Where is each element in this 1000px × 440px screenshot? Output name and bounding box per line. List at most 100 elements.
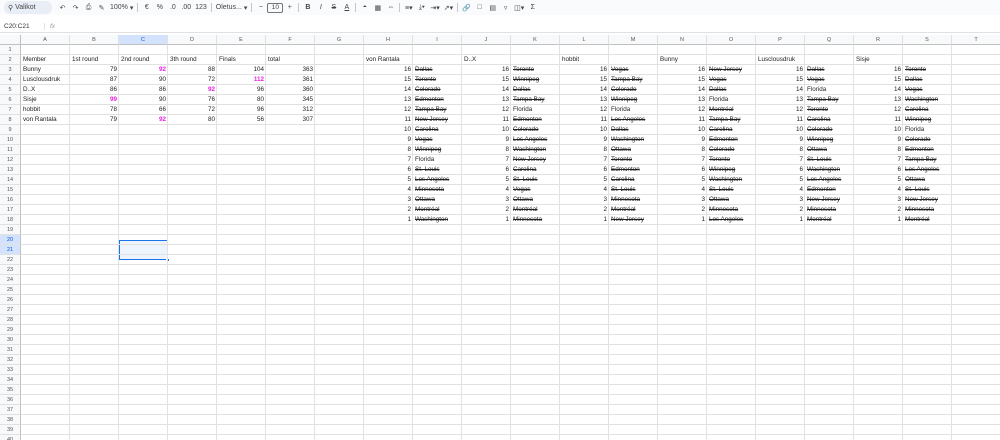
percent-button[interactable]: % xyxy=(153,1,166,14)
functions-button[interactable]: Σ xyxy=(526,1,539,14)
column-header-n[interactable]: N xyxy=(658,35,707,45)
row-header-20[interactable]: 20 xyxy=(0,235,21,245)
row-header-4[interactable]: 4 xyxy=(0,75,21,85)
row-header-30[interactable]: 30 xyxy=(0,335,21,345)
column-header-o[interactable]: O xyxy=(707,35,756,45)
row-header-5[interactable]: 5 xyxy=(0,85,21,95)
formula-input[interactable] xyxy=(60,20,1000,32)
column-header-c[interactable]: C xyxy=(119,35,168,45)
text-rotation-icon[interactable]: ↗▾ xyxy=(442,1,455,14)
select-all-corner[interactable] xyxy=(0,35,21,45)
text-color-button[interactable]: A xyxy=(340,1,353,14)
row-header-22[interactable]: 22 xyxy=(0,255,21,265)
row-header-21[interactable]: 21 xyxy=(0,245,21,255)
row-header-29[interactable]: 29 xyxy=(0,325,21,335)
team-pick-cell: Colorado xyxy=(709,146,735,153)
column-header-a[interactable]: A xyxy=(21,35,70,45)
row-header-13[interactable]: 13 xyxy=(0,165,21,175)
row-header-24[interactable]: 24 xyxy=(0,275,21,285)
filter-icon[interactable]: ▿ xyxy=(499,1,512,14)
row-header-31[interactable]: 31 xyxy=(0,345,21,355)
strikethrough-button[interactable]: S xyxy=(327,1,340,14)
column-header-p[interactable]: P xyxy=(756,35,805,45)
print-icon[interactable]: ⎙ xyxy=(82,1,95,14)
row-header-6[interactable]: 6 xyxy=(0,95,21,105)
row-header-25[interactable]: 25 xyxy=(0,285,21,295)
row-header-16[interactable]: 16 xyxy=(0,195,21,205)
increase-decimal-button[interactable]: .00 xyxy=(179,1,193,14)
row-header-7[interactable]: 7 xyxy=(0,105,21,115)
column-header-k[interactable]: K xyxy=(511,35,560,45)
column-header-l[interactable]: L xyxy=(560,35,609,45)
text-wrap-icon[interactable]: ⇥▾ xyxy=(428,1,441,14)
insert-link-icon[interactable]: 🔗 xyxy=(460,1,473,14)
paint-format-icon[interactable]: ✎ xyxy=(95,1,108,14)
insert-chart-icon[interactable]: ▤ xyxy=(486,1,499,14)
merge-cells-icon[interactable]: ⇔ xyxy=(384,1,397,14)
row-header-32[interactable]: 32 xyxy=(0,355,21,365)
column-header-j[interactable]: J xyxy=(462,35,511,45)
row-header-40[interactable]: 40 xyxy=(0,435,21,440)
zoom-select[interactable]: 100% ▾ xyxy=(108,1,135,14)
vertical-align-icon[interactable]: ⤓▾ xyxy=(415,1,428,14)
pick-rank-cell: 7 xyxy=(897,156,901,163)
font-select[interactable]: Oletus... ▾ xyxy=(214,1,250,14)
italic-button[interactable]: I xyxy=(314,1,327,14)
number-format-button[interactable]: 123 xyxy=(193,1,209,14)
row-header-12[interactable]: 12 xyxy=(0,155,21,165)
fill-color-icon[interactable]: ◓ xyxy=(358,1,371,14)
row-header-15[interactable]: 15 xyxy=(0,185,21,195)
row-header-23[interactable]: 23 xyxy=(0,265,21,275)
row-header-36[interactable]: 36 xyxy=(0,395,21,405)
row-header-19[interactable]: 19 xyxy=(0,225,21,235)
column-header-f[interactable]: F xyxy=(266,35,315,45)
column-header-s[interactable]: S xyxy=(903,35,952,45)
team-pick-cell: St. Louis xyxy=(513,176,538,183)
undo-icon[interactable]: ↶ xyxy=(56,1,69,14)
bold-button[interactable]: B xyxy=(301,1,314,14)
column-header-b[interactable]: B xyxy=(70,35,119,45)
row-header-17[interactable]: 17 xyxy=(0,205,21,215)
row-header-28[interactable]: 28 xyxy=(0,315,21,325)
team-pick-cell: Ottawa xyxy=(513,196,533,203)
row-header-27[interactable]: 27 xyxy=(0,305,21,315)
row-header-34[interactable]: 34 xyxy=(0,375,21,385)
spreadsheet-grid[interactable]: A B C D E F G H I J K L M N O P Q R S T 1 2 3 4 5 6 7 8 9 10 11 12 13 14 1… xyxy=(0,35,1000,440)
row-header-18[interactable]: 18 xyxy=(0,215,21,225)
row-header-2[interactable]: 2 xyxy=(0,55,21,65)
row-header-37[interactable]: 37 xyxy=(0,405,21,415)
column-header-i[interactable]: I xyxy=(413,35,462,45)
currency-button[interactable]: € xyxy=(140,1,153,14)
column-header-g[interactable]: G xyxy=(315,35,364,45)
column-header-d[interactable]: D xyxy=(168,35,217,45)
redo-icon[interactable]: ↷ xyxy=(69,1,82,14)
font-size-input[interactable]: 10 xyxy=(267,2,284,13)
row-header-26[interactable]: 26 xyxy=(0,295,21,305)
horizontal-align-icon[interactable]: ≡▾ xyxy=(402,1,415,14)
row-header-11[interactable]: 11 xyxy=(0,145,21,155)
font-size-increase-button[interactable]: + xyxy=(283,1,296,14)
row-header-10[interactable]: 10 xyxy=(0,135,21,145)
row-header-39[interactable]: 39 xyxy=(0,425,21,435)
column-header-m[interactable]: M xyxy=(609,35,658,45)
insert-comment-icon[interactable]: □ xyxy=(473,1,486,14)
row-header-1[interactable]: 1 xyxy=(0,45,21,55)
font-size-decrease-button[interactable]: − xyxy=(254,1,267,14)
row-header-33[interactable]: 33 xyxy=(0,365,21,375)
row-header-9[interactable]: 9 xyxy=(0,125,21,135)
row-header-38[interactable]: 38 xyxy=(0,415,21,425)
row-header-3[interactable]: 3 xyxy=(0,65,21,75)
menu-search-button[interactable]: ⚲ Valikot xyxy=(4,1,52,14)
row-header-14[interactable]: 14 xyxy=(0,175,21,185)
name-box[interactable]: C20:C21 xyxy=(0,23,44,30)
column-header-e[interactable]: E xyxy=(217,35,266,45)
borders-icon[interactable]: ▦ xyxy=(371,1,384,14)
filter-views-icon[interactable]: ◫▾ xyxy=(512,1,526,14)
column-header-t[interactable]: T xyxy=(952,35,1000,45)
column-header-q[interactable]: Q xyxy=(805,35,854,45)
row-header-35[interactable]: 35 xyxy=(0,385,21,395)
row-header-8[interactable]: 8 xyxy=(0,115,21,125)
column-header-h[interactable]: H xyxy=(364,35,413,45)
column-header-r[interactable]: R xyxy=(854,35,903,45)
decrease-decimal-button[interactable]: .0 xyxy=(166,1,179,14)
